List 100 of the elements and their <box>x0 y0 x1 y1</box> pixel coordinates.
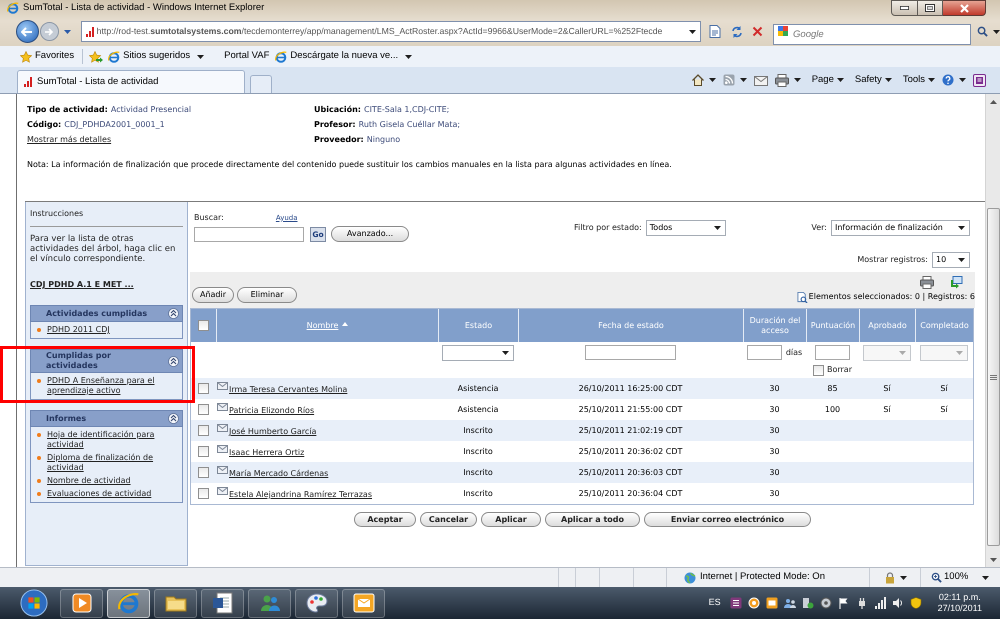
back-button[interactable] <box>16 20 39 43</box>
tree-link[interactable]: CDJ PDHD A.1 E MET ... <box>30 279 134 291</box>
people-icon[interactable] <box>784 597 796 609</box>
protected-mode-button[interactable] <box>884 572 906 584</box>
filter-label: Filtro por estado: <box>574 222 642 234</box>
command-menu[interactable]: Tools <box>902 72 935 88</box>
sidebar-link[interactable]: PDHD 2011 CDJ <box>47 325 110 335</box>
filter-input[interactable] <box>746 345 782 360</box>
sidebar-link[interactable]: Hoja de identificación para actividad <box>47 430 178 450</box>
favorites-link[interactable]: Sitios sugeridos <box>108 49 204 64</box>
row-checkbox[interactable] <box>198 383 209 394</box>
scrollbar-thumb[interactable] <box>986 208 1000 546</box>
favorites-button[interactable]: Favorites <box>20 49 74 64</box>
help-icon <box>942 74 954 86</box>
search-input[interactable] <box>194 226 304 242</box>
action-button[interactable]: Enviar correo electrónico <box>644 512 811 527</box>
favorites-link[interactable]: Portal VAF <box>224 49 270 64</box>
star-icon <box>20 50 32 62</box>
command-menu[interactable]: Page <box>812 72 844 88</box>
row-checkbox[interactable] <box>198 467 209 478</box>
search-button[interactable] <box>977 26 1000 37</box>
action-button[interactable]: Aplicar <box>481 512 541 527</box>
feeds-button[interactable] <box>722 74 747 86</box>
mail-icon[interactable] <box>754 74 768 86</box>
notebook-icon[interactable] <box>973 74 986 86</box>
sidebar-link[interactable]: PDHD A Enseñanza para el aprendizaje activo <box>47 376 178 396</box>
double-chevron-up-icon[interactable] <box>168 413 179 424</box>
address-field[interactable]: http://rod-test.sumtotalsystems.com/tecdemonterrey/app/management/LMS_ActRoster.aspx?ActId=9966&UserMode=2&CallerURL=%252Ftecde <box>80 21 702 42</box>
close-button[interactable] <box>943 0 986 16</box>
section-header[interactable]: Actividades cumplidas <box>30 305 183 322</box>
favorites-link[interactable]: Descárgate la nueva ve... <box>275 49 412 64</box>
taskbar-button[interactable] <box>201 588 244 618</box>
stop-icon[interactable] <box>752 26 764 37</box>
action-button[interactable]: Cancelar <box>420 512 477 527</box>
section-header[interactable]: Cumplidas por actividades <box>30 349 183 373</box>
taskbar-button[interactable] <box>295 588 338 618</box>
zoom-button[interactable]: 100% <box>931 570 968 585</box>
clock[interactable]: 02:11 p.m. 27/10/2011 <box>938 592 982 614</box>
signal-bars-icon[interactable] <box>874 597 886 609</box>
clear-checkbox[interactable] <box>812 364 824 376</box>
double-chevron-up-icon[interactable] <box>168 308 179 319</box>
print-button[interactable] <box>774 74 801 86</box>
taskbar-button[interactable] <box>342 588 385 618</box>
maximize-button[interactable] <box>918 0 943 16</box>
page-icon[interactable] <box>709 25 722 38</box>
security-zone-text: Internet | Protected Mode: On <box>700 570 825 584</box>
ring-icon[interactable] <box>748 597 760 609</box>
learner-link[interactable]: Patricia Elizondo Ríos <box>229 405 314 417</box>
section-header[interactable]: Informes <box>30 410 183 427</box>
flag-icon[interactable] <box>838 597 850 609</box>
device-icon[interactable] <box>802 597 814 609</box>
row-checkbox[interactable] <box>198 425 209 436</box>
speaker-icon[interactable] <box>892 597 904 609</box>
learner-link[interactable]: María Mercado Cárdenas <box>229 468 328 480</box>
disc-icon[interactable] <box>820 597 832 609</box>
taskbar-button[interactable] <box>60 588 103 618</box>
browser-tab[interactable]: SumTotal - Lista de actividad <box>17 70 245 93</box>
filter-input[interactable] <box>585 345 676 360</box>
notebook-icon[interactable] <box>730 597 742 609</box>
refresh-icon[interactable] <box>731 26 744 38</box>
envelope-tile-icon[interactable] <box>766 597 778 609</box>
learner-link[interactable]: Irma Teresa Cervantes Molina <box>229 384 348 396</box>
search-field[interactable]: Google <box>773 24 972 45</box>
learner-link[interactable]: Isaac Herrera Ortiz <box>229 447 304 459</box>
taskbar-button[interactable] <box>107 588 150 618</box>
filter-input[interactable] <box>815 345 850 360</box>
advanced-button[interactable]: Avanzado... <box>331 226 409 242</box>
row-checkbox[interactable] <box>198 404 209 415</box>
table-cell-text: Sí <box>939 382 949 394</box>
arrow-up-icon <box>990 100 996 104</box>
sidebar-link[interactable]: Nombre de actividad <box>47 476 131 486</box>
action-button[interactable]: Aplicar a todo <box>545 512 640 527</box>
start-button[interactable] <box>18 588 50 618</box>
filter-dropdown[interactable]: Información de finalización <box>831 220 970 236</box>
records-dropdown[interactable]: 10 <box>932 252 970 268</box>
shield-icon[interactable] <box>910 597 922 609</box>
printer-icon[interactable] <box>920 276 934 289</box>
taskbar-button[interactable] <box>154 588 197 618</box>
select-all-checkbox[interactable] <box>198 320 209 331</box>
star-arrow-icon[interactable] <box>89 50 104 62</box>
help-button[interactable] <box>942 74 966 86</box>
field-value: Ninguno <box>366 134 400 146</box>
double-chevron-up-icon[interactable] <box>168 356 179 366</box>
details-link[interactable]: Mostrar más detalles <box>27 134 112 146</box>
row-checkbox[interactable] <box>198 446 209 457</box>
toolbar-button[interactable]: Eliminar <box>237 287 297 303</box>
toolbar-button[interactable]: Añadir <box>192 287 234 303</box>
minimize-button[interactable] <box>891 0 918 16</box>
caret-icon <box>959 78 966 82</box>
home-button[interactable] <box>692 74 716 86</box>
command-menu[interactable]: Safety <box>854 72 892 88</box>
learner-link[interactable]: Estela Alejandrina Ramírez Terrazas <box>229 489 372 501</box>
language-indicator[interactable]: ES <box>708 596 721 610</box>
sidebar-link[interactable]: Diploma de finalización de actividad <box>47 453 178 473</box>
learner-link[interactable]: José Humberto García <box>229 426 316 438</box>
export-icon[interactable] <box>949 276 963 289</box>
action-button[interactable]: Aceptar <box>354 512 416 527</box>
filter-dropdown[interactable]: Todos <box>646 220 726 236</box>
row-checkbox[interactable] <box>198 488 209 499</box>
sidebar-link[interactable]: Evaluaciones de actividad <box>47 489 152 499</box>
